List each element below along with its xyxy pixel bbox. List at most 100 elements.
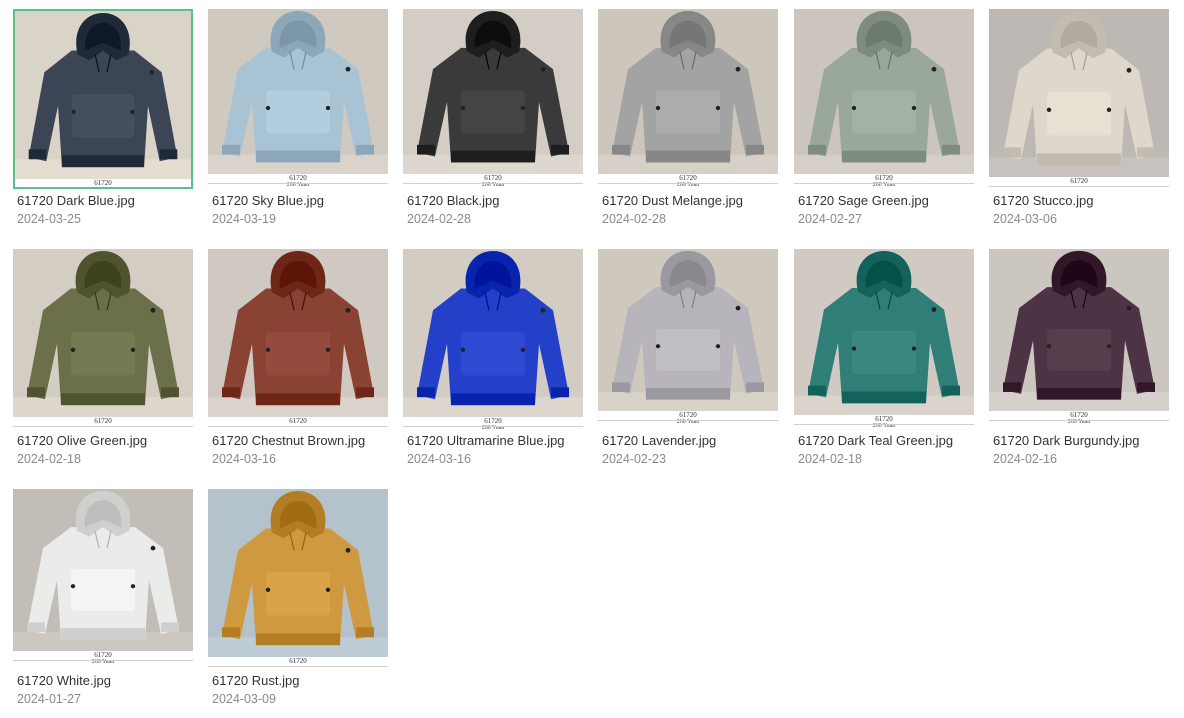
file-name[interactable]: 61720 Sky Blue.jpg [212,193,324,208]
file-name[interactable]: 61720 Dark Burgundy.jpg [993,433,1139,448]
hoodie-photo [794,249,974,415]
caption-divider [13,426,193,427]
file-tile[interactable]: 61720 260 Yuan 61720 Dark Burgundy.jpg 2024… [989,249,1169,479]
file-thumbnail[interactable]: 61720 260 Yuan [598,249,778,429]
photo-caption-strip: 61720 [208,657,388,669]
file-thumbnail[interactable]: 61720 [13,9,193,189]
hoodie-photo [208,9,388,174]
file-thumbnail[interactable]: 61720 [989,9,1169,189]
file-tile[interactable]: 61720 260 Yuan 61720 Dust Melange.jpg 2024-… [598,9,778,239]
file-thumbnail[interactable]: 61720 260 Yuan [403,249,583,429]
product-code: 61720 [94,651,112,659]
file-tile[interactable]: 61720 61720 Chestnut Brown.jpg 2024-03-16 [208,249,388,479]
file-thumbnail[interactable]: 61720 260 Yuan [794,9,974,189]
file-tile[interactable]: 61720 260 Yuan 61720 Sage Green.jpg 2024-02… [794,9,974,239]
file-tile[interactable]: 61720 61720 Olive Green.jpg 2024-02-18 [13,249,193,479]
file-tile[interactable]: 61720 61720 Rust.jpg 2024-03-09 [208,489,388,718]
file-date: 2024-03-09 [212,692,276,706]
caption-divider [989,420,1169,421]
hoodie-photo [598,249,778,411]
file-thumbnail[interactable]: 61720 [13,249,193,429]
product-code: 61720 [484,174,502,182]
file-date: 2024-02-28 [602,212,666,226]
product-code: 61720 [289,174,307,182]
file-date: 2024-03-16 [407,452,471,466]
product-code: 61720 [679,411,697,419]
file-name[interactable]: 61720 Sage Green.jpg [798,193,929,208]
file-name[interactable]: 61720 Dark Teal Green.jpg [798,433,953,448]
file-date: 2024-03-16 [212,452,276,466]
photo-caption-strip: 61720 [13,417,193,429]
photo-caption-strip: 61720 [15,179,191,189]
hoodie-photo [598,9,778,174]
caption-divider [15,188,191,189]
caption-divider [989,186,1169,187]
hoodie-photo [208,249,388,417]
file-thumbnail[interactable]: 61720 260 Yuan [794,249,974,429]
file-thumbnail[interactable]: 61720 [208,489,388,669]
photo-caption-strip: 61720 260 Yuan [403,417,583,429]
product-code: 61720 [875,174,893,182]
file-date: 2024-02-18 [17,452,81,466]
hoodie-photo [13,249,193,417]
product-code: 61720 [1070,177,1088,185]
file-name[interactable]: 61720 Stucco.jpg [993,193,1093,208]
file-thumbnail[interactable]: 61720 [208,249,388,429]
file-name[interactable]: 61720 Black.jpg [407,193,500,208]
file-tile[interactable]: 61720 260 Yuan 61720 Ultramarine Blue.jpg 2… [403,249,583,479]
file-tile[interactable]: 61720 260 Yuan 61720 Lavender.jpg 2024-02-2… [598,249,778,479]
file-tile[interactable]: 61720 61720 Dark Blue.jpg 2024-03-25 [13,9,193,239]
file-date: 2024-03-19 [212,212,276,226]
file-tile[interactable]: 61720 61720 Stucco.jpg 2024-03-06 [989,9,1169,239]
photo-caption-strip: 61720 260 Yuan [794,415,974,429]
photo-caption-strip: 61720 260 Yuan [598,174,778,189]
photo-caption-strip: 61720 260 Yuan [794,174,974,189]
file-name[interactable]: 61720 Rust.jpg [212,673,299,688]
product-code: 61720 [1070,411,1088,419]
file-date: 2024-02-28 [407,212,471,226]
file-name[interactable]: 61720 Olive Green.jpg [17,433,147,448]
photo-caption-strip: 61720 260 Yuan [598,411,778,429]
file-name[interactable]: 61720 White.jpg [17,673,111,688]
file-tile[interactable]: 61720 260 Yuan 61720 Sky Blue.jpg 2024-03-1… [208,9,388,239]
file-tile[interactable]: 61720 260 Yuan 61720 White.jpg 2024-01-27 [13,489,193,718]
product-code: 61720 [94,179,112,187]
photo-caption-strip: 61720 260 Yuan [208,174,388,189]
photo-caption-strip: 61720 260 Yuan [13,651,193,669]
caption-divider [208,183,388,184]
file-gallery: 61720 61720 Dark Blue.jpg 2024-03-25 61720… [0,0,1184,718]
file-name[interactable]: 61720 Lavender.jpg [602,433,716,448]
file-thumbnail[interactable]: 61720 260 Yuan [13,489,193,669]
product-code: 61720 [875,415,893,423]
file-date: 2024-02-27 [798,212,862,226]
hoodie-photo [989,249,1169,411]
caption-divider [598,183,778,184]
hoodie-photo [15,11,191,179]
caption-divider [403,183,583,184]
file-tile[interactable]: 61720 260 Yuan 61720 Dark Teal Green.jpg 20… [794,249,974,479]
file-thumbnail[interactable]: 61720 260 Yuan [598,9,778,189]
file-thumbnail[interactable]: 61720 260 Yuan [403,9,583,189]
caption-divider [13,660,193,661]
caption-divider [208,666,388,667]
photo-caption-strip: 61720 [989,177,1169,189]
caption-divider [794,424,974,425]
file-tile[interactable]: 61720 260 Yuan 61720 Black.jpg 2024-02-28 [403,9,583,239]
file-name[interactable]: 61720 Ultramarine Blue.jpg [407,433,565,448]
file-date: 2024-02-18 [798,452,862,466]
file-name[interactable]: 61720 Dark Blue.jpg [17,193,135,208]
product-code: 61720 [94,417,112,425]
hoodie-photo [208,489,388,657]
caption-divider [598,420,778,421]
hoodie-photo [13,489,193,651]
photo-caption-strip: 61720 260 Yuan [989,411,1169,429]
file-thumbnail[interactable]: 61720 260 Yuan [208,9,388,189]
hoodie-photo [794,9,974,174]
file-date: 2024-02-23 [602,452,666,466]
product-code: 61720 [484,417,502,425]
file-name[interactable]: 61720 Chestnut Brown.jpg [212,433,365,448]
file-name[interactable]: 61720 Dust Melange.jpg [602,193,743,208]
product-code: 61720 [289,657,307,665]
file-thumbnail[interactable]: 61720 260 Yuan [989,249,1169,429]
photo-caption-strip: 61720 260 Yuan [403,174,583,189]
